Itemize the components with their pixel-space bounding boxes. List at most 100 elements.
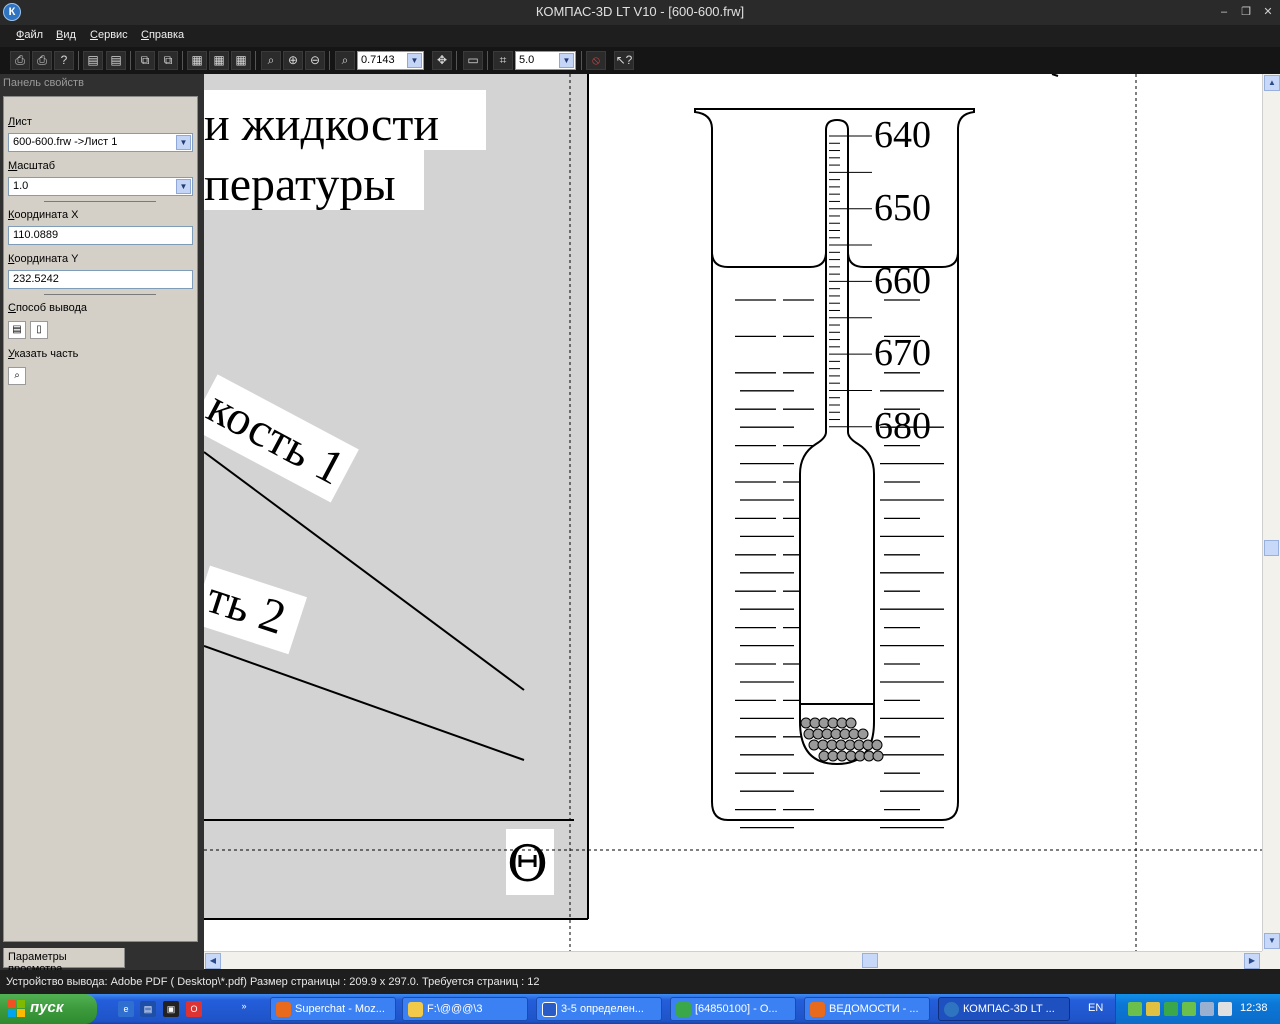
spreadsheet-icon (676, 1002, 691, 1017)
chevron-down-icon[interactable]: ▼ (176, 135, 191, 150)
print-setup-icon[interactable]: ⎙ (32, 51, 52, 70)
context-help-icon[interactable]: ↖? (614, 51, 634, 70)
chevron-down-icon[interactable]: ▼ (176, 179, 191, 194)
close-icon[interactable]: ✕ (1259, 4, 1277, 20)
tab-view-parameters[interactable]: Параметры просмотра (3, 948, 125, 975)
toolbar-separator (581, 51, 582, 70)
coord-y-field[interactable]: 232.5242 (8, 270, 193, 289)
move-sheet-icon[interactable]: ⧉ (158, 51, 178, 70)
drawing-canvas[interactable]: и жидкости пературы кость 1 ть 2 Θ 640 6… (204, 74, 1262, 951)
scale-mark-680: 680 (874, 405, 931, 447)
menu-bar: Файл Вид Сервис Справка (0, 25, 1280, 47)
menu-help[interactable]: Справка (141, 29, 184, 41)
toolbar-separator (456, 51, 457, 70)
rotate-sheet-icon[interactable]: ⧉ (135, 51, 155, 70)
tray-update-icon[interactable] (1182, 1002, 1196, 1016)
tray-pen-icon[interactable] (1128, 1002, 1142, 1016)
select-part-icon[interactable]: ⌕ (8, 367, 26, 385)
sheet-next-icon[interactable]: ▤ (106, 51, 126, 70)
tray-app-icon[interactable] (1146, 1002, 1160, 1016)
layout-auto-icon[interactable]: ▦ (231, 51, 251, 70)
media-icon[interactable]: ▣ (163, 1001, 179, 1017)
vertical-scrollbar[interactable]: ▲ ▼ (1262, 74, 1280, 951)
status-text: Устройство вывода: Adobe PDF ( Desktop\*… (6, 976, 540, 988)
help-page-icon[interactable]: ? (54, 51, 74, 70)
fragment-mark (1051, 74, 1059, 77)
word-doc-icon (542, 1002, 557, 1017)
output-single-icon[interactable]: ▤ (8, 321, 26, 339)
panel-body: Лист 600-600.frw ->Лист 1 ▼ Масштаб 1.0 … (3, 96, 198, 942)
shot-ball (872, 750, 884, 762)
task-label: Superchat - Moz... (295, 1003, 385, 1015)
scale-mark-640: 640 (874, 114, 931, 156)
tray-volume-icon[interactable] (1218, 1002, 1232, 1016)
cancel-preview-icon[interactable]: ⦸ (586, 51, 606, 70)
print-icon[interactable]: ⎙ (10, 51, 30, 70)
taskbar: пуск e ▤ ▣ O » Superchat - Moz... F:\@@@… (0, 994, 1280, 1024)
menu-service[interactable]: Сервис (90, 29, 128, 41)
tray-icq-icon[interactable] (1164, 1002, 1178, 1016)
task-label: КОМПАС-3D LT ... (963, 1003, 1055, 1015)
zoom-scale-icon[interactable]: ⌕ (335, 51, 355, 70)
ie-icon[interactable]: e (118, 1001, 134, 1017)
zoom-out-icon[interactable]: ⊖ (305, 51, 325, 70)
output-page-icon[interactable]: ▯ (30, 321, 48, 339)
status-bar: Устройство вывода: Adobe PDF ( Desktop\*… (0, 970, 1280, 994)
layout-grid-icon[interactable]: ▦ (187, 51, 207, 70)
zoom-window-icon[interactable]: ⌕ (261, 51, 281, 70)
opera-icon[interactable]: O (186, 1001, 202, 1017)
sheet-select[interactable]: 600-600.frw ->Лист 1 ▼ (8, 133, 193, 152)
pan-icon[interactable]: ✥ (432, 51, 452, 70)
task-superchat[interactable]: Superchat - Moz... (270, 997, 396, 1021)
task-spreadsheet[interactable]: [64850100] - О... (670, 997, 796, 1021)
scroll-corner (1262, 951, 1280, 969)
scale-select[interactable]: 1.0 ▼ (8, 177, 193, 196)
step-combo[interactable]: 5.0 ▼ (515, 51, 576, 70)
scroll-left-icon[interactable]: ◀ (205, 953, 221, 969)
task-folder[interactable]: F:\@@@\3 (402, 997, 528, 1021)
start-label: пуск (30, 999, 64, 1016)
vertical-scroll-thumb[interactable] (1264, 540, 1279, 556)
scale-value: 1.0 (13, 180, 29, 192)
chevron-down-icon[interactable]: ▼ (559, 53, 574, 68)
layout-fit-icon[interactable]: ▦ (209, 51, 229, 70)
coord-x-field[interactable]: 110.0889 (8, 226, 193, 245)
horizontal-scrollbar[interactable]: ◀ ▶ (204, 951, 1262, 969)
language-indicator[interactable]: EN (1088, 1002, 1103, 1014)
sheet-prev-icon[interactable]: ▤ (83, 51, 103, 70)
coord-y-label: Координата Y (8, 253, 79, 265)
kompas-icon (944, 1002, 959, 1017)
scroll-right-icon[interactable]: ▶ (1244, 953, 1260, 969)
snap-step-icon[interactable]: ⌗ (493, 51, 513, 70)
window-title: КОМПАС-3D LT V10 - [600-600.frw] (535, 4, 745, 19)
more-chevron-icon[interactable]: » (236, 998, 252, 1014)
output-method-label: Способ вывода (8, 302, 88, 314)
tray-network-icon[interactable] (1200, 1002, 1214, 1016)
task-vedomosti[interactable]: ВЕДОМОСТИ - ... (804, 997, 930, 1021)
firefox-icon (276, 1002, 291, 1017)
task-kompas[interactable]: КОМПАС-3D LT ... (938, 997, 1070, 1021)
start-button[interactable]: пуск (0, 994, 97, 1024)
scroll-down-icon[interactable]: ▼ (1264, 933, 1280, 949)
zoom-combo[interactable]: 0.7143 ▼ (357, 51, 424, 70)
scroll-up-icon[interactable]: ▲ (1264, 75, 1280, 91)
folder-icon (408, 1002, 423, 1017)
clock: 12:38 (1240, 1002, 1268, 1014)
zoom-in-icon[interactable]: ⊕ (283, 51, 303, 70)
menu-file[interactable]: Файл (16, 29, 43, 41)
task-label: 3-5 определен... (561, 1003, 644, 1015)
chevron-down-icon[interactable]: ▼ (407, 53, 422, 68)
minimize-icon[interactable]: ‒ (1215, 4, 1233, 20)
restore-icon[interactable]: ❐ (1237, 4, 1255, 20)
coord-x-label: Координата X (8, 209, 79, 221)
windows-flag-icon (8, 1000, 25, 1017)
shot-ball (857, 728, 869, 740)
menu-view[interactable]: Вид (56, 29, 76, 41)
fit-page-icon[interactable]: ▭ (463, 51, 483, 70)
toolbar-separator (182, 51, 183, 70)
task-word[interactable]: 3-5 определен... (536, 997, 662, 1021)
horizontal-scroll-thumb[interactable] (862, 953, 878, 968)
desktop-icon[interactable]: ▤ (140, 1001, 156, 1017)
coord-y-value: 232.5242 (13, 273, 59, 285)
sheet-label: Лист (8, 116, 32, 128)
